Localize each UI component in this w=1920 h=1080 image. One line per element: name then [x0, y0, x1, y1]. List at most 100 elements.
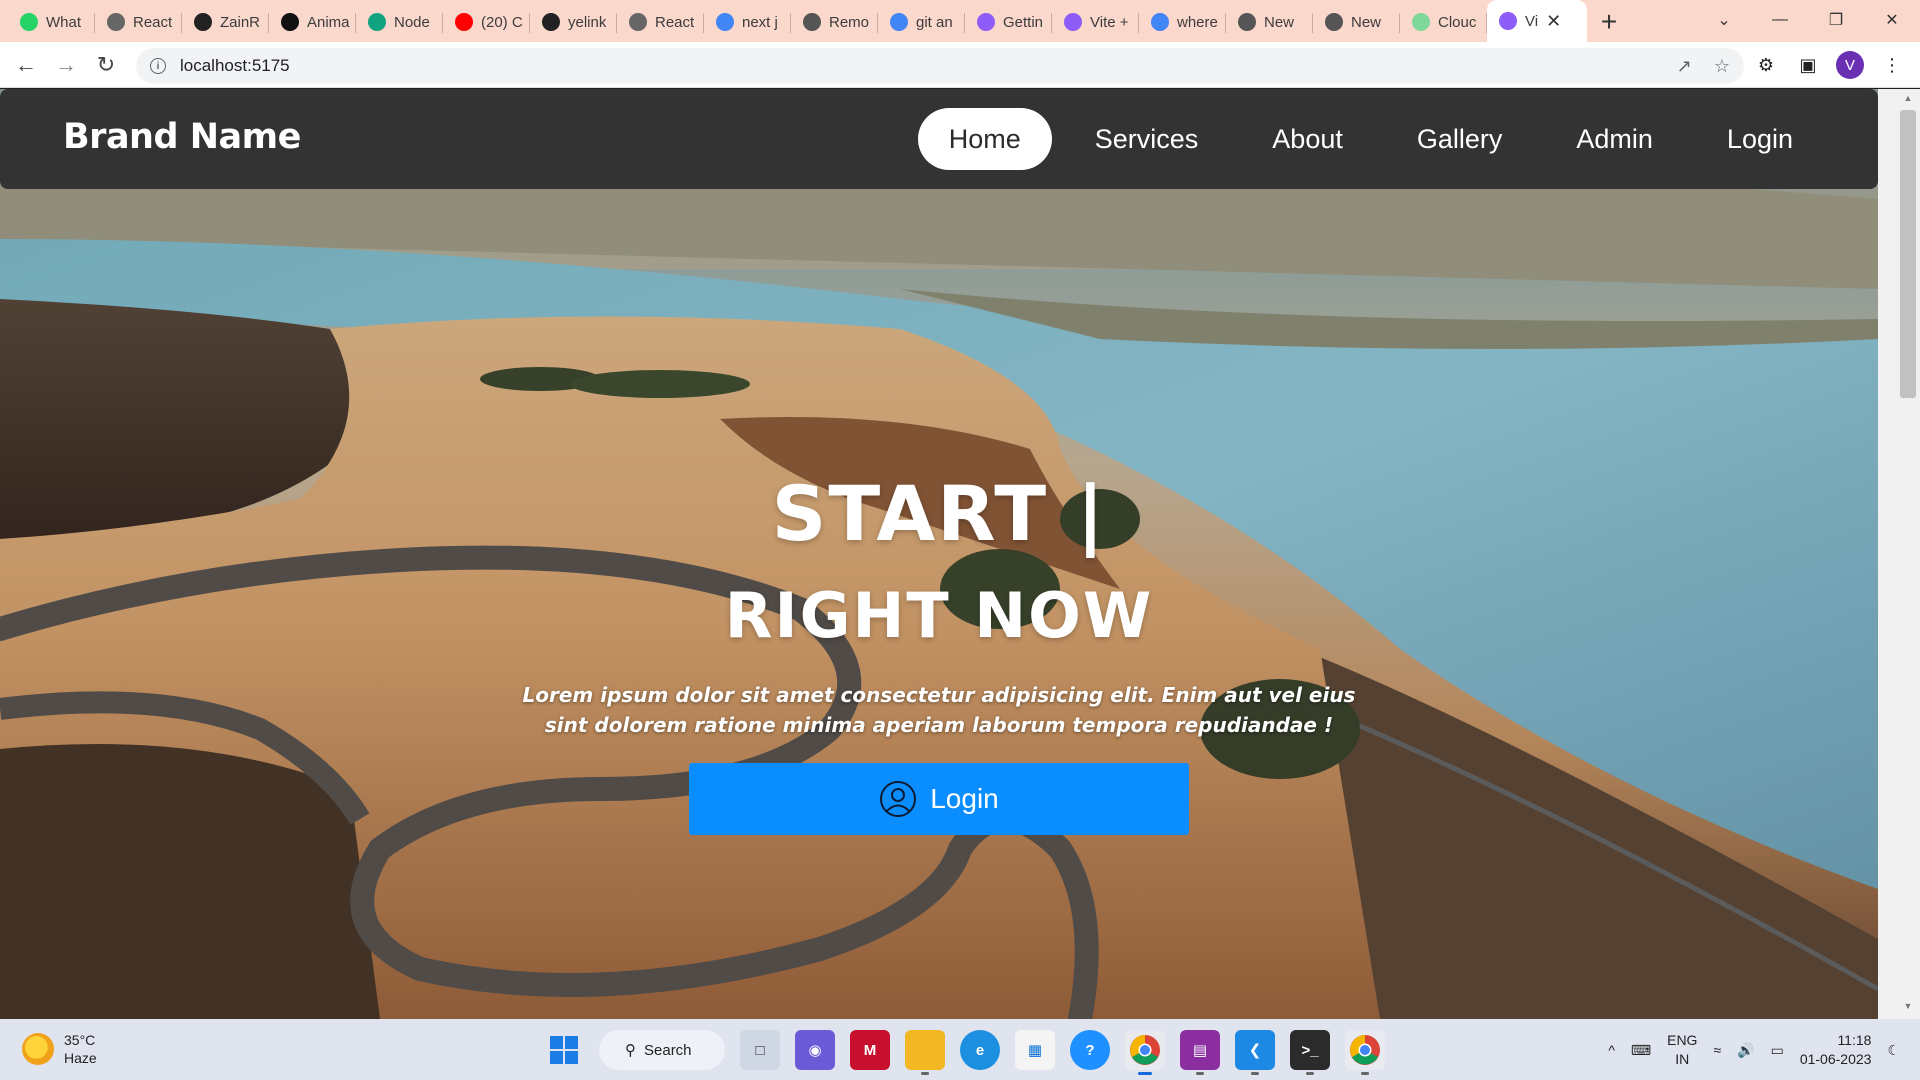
browser-tab[interactable]: New [1313, 2, 1400, 42]
chrome-menu-icon[interactable]: ⋮ [1878, 51, 1906, 79]
close-tab-icon[interactable]: ✕ [1546, 11, 1561, 32]
browser-tab-title: Vite + [1090, 13, 1129, 31]
openai-icon [368, 13, 386, 31]
weather-temp: 35°C [64, 1032, 96, 1048]
browser-tab[interactable]: New [1226, 2, 1313, 42]
framer-icon [281, 13, 299, 31]
vite-icon [1064, 13, 1082, 31]
browser-tab-title: yelink [568, 13, 607, 31]
help-icon[interactable]: ? [1070, 1030, 1110, 1070]
scroll-up-arrow-icon[interactable]: ▲ [1900, 93, 1916, 109]
profile-avatar[interactable]: V [1836, 51, 1864, 79]
hero-login-label: Login [930, 783, 999, 814]
browser-tab[interactable]: git an [878, 2, 965, 42]
browser-tab[interactable]: next j [704, 2, 791, 42]
browser-tab[interactable]: ZainR [182, 2, 269, 42]
vscode-icon[interactable]: ❮ [1235, 1030, 1275, 1075]
globe-icon [107, 13, 125, 31]
browser-tab[interactable]: Remo [791, 2, 878, 42]
url-text[interactable]: localhost:5175 [180, 56, 290, 76]
windows-taskbar: 35°C Haze ⚲ Search □ ◉ M e ▦ ? ▤ ❮ >_ ^ [0, 1019, 1920, 1080]
browser-tab[interactable]: where [1139, 2, 1226, 42]
show-hidden-icons-chevron-icon[interactable]: ^ [1608, 1042, 1615, 1058]
browser-tab-title: where [1177, 13, 1218, 31]
browser-tab[interactable]: What [8, 2, 95, 42]
browser-tab-title: React [133, 13, 173, 31]
page-scrollbar[interactable]: ▲ ▼ [1878, 89, 1920, 1019]
tab-search-icon[interactable]: ⌄ [1696, 0, 1752, 40]
scroll-down-arrow-icon[interactable]: ▼ [1900, 1001, 1916, 1017]
address-bar[interactable]: i localhost:5175 ↗ ☆ [136, 48, 1744, 84]
clock-time: 11:18 [1837, 1032, 1872, 1048]
browser-tab-title: next j [742, 13, 778, 31]
notifications-moon-icon[interactable]: ☾ [1887, 1042, 1900, 1059]
mcafee-icon[interactable]: M [850, 1030, 890, 1070]
share-icon[interactable]: ↗ [1677, 56, 1692, 77]
browser-tab-active[interactable]: Vi ✕ [1487, 0, 1587, 42]
hero-description: Lorem ipsum dolor sit amet consectetur a… [522, 683, 1356, 737]
browser-tab-title: What [46, 13, 82, 31]
language-indicator[interactable]: ENG IN [1667, 1031, 1697, 1069]
clock[interactable]: 11:18 01-06-2023 [1800, 1031, 1872, 1069]
browser-tab-title: git an [916, 13, 953, 31]
minimize-icon[interactable]: — [1752, 0, 1808, 40]
microsoft-store-icon[interactable]: ▦ [1015, 1030, 1055, 1070]
edge-browser-icon[interactable]: e [960, 1030, 1000, 1070]
github-icon [542, 13, 560, 31]
forward-arrow-icon[interactable]: → [46, 45, 86, 85]
browser-tab[interactable]: Gettin [965, 2, 1052, 42]
browser-tab[interactable]: (20) C [443, 2, 530, 42]
chrome-profile-taskbar-icon[interactable] [1345, 1030, 1385, 1075]
language-code: ENG [1667, 1032, 1698, 1048]
close-window-icon[interactable]: ✕ [1864, 0, 1920, 40]
chrome-taskbar-icon[interactable] [1125, 1030, 1165, 1075]
hero-login-button[interactable]: Login [689, 763, 1189, 835]
browser-tab-title: React [655, 13, 695, 31]
terminal-icon[interactable]: >_ [1290, 1030, 1330, 1075]
browser-tab[interactable]: React [617, 2, 704, 42]
wifi-icon[interactable]: ≈ [1713, 1042, 1721, 1058]
winrar-icon[interactable]: ▤ [1180, 1030, 1220, 1075]
browser-tab[interactable]: Vite + [1052, 2, 1139, 42]
github-icon [194, 13, 212, 31]
browser-tab-title: Clouc [1438, 13, 1477, 31]
file-explorer-icon[interactable] [905, 1030, 945, 1075]
whatsapp-icon [20, 13, 38, 31]
vite-icon [977, 13, 995, 31]
side-panel-icon[interactable]: ▣ [1794, 51, 1822, 79]
google-icon [1151, 13, 1169, 31]
remote-icon [803, 13, 821, 31]
browser-tab[interactable]: Anima [269, 2, 356, 42]
weather-condition: Haze [64, 1050, 97, 1066]
hero-heading-start: START | [771, 469, 1107, 558]
browser-tab[interactable]: React [95, 2, 182, 42]
teams-chat-icon[interactable]: ◉ [795, 1030, 835, 1070]
reload-icon[interactable]: ↻ [86, 45, 126, 85]
browser-tab[interactable]: Node [356, 2, 443, 42]
site-info-icon[interactable]: i [150, 58, 166, 74]
browser-tab[interactable]: yelink [530, 2, 617, 42]
extensions-puzzle-icon[interactable]: ⚙ [1752, 51, 1780, 79]
bookmark-star-icon[interactable]: ☆ [1714, 56, 1730, 77]
new-tab-button[interactable]: + [1587, 2, 1631, 42]
browser-tab-title: ZainR [220, 13, 261, 31]
browser-tab-strip: What React ZainR Anima Node (20) C yelink React… [0, 0, 1920, 42]
windows-start-icon[interactable] [544, 1030, 584, 1070]
chrome-icon [1325, 13, 1343, 31]
browser-tab-title: New [1264, 13, 1295, 31]
scrollbar-thumb[interactable] [1900, 110, 1916, 398]
restore-icon[interactable]: ❐ [1808, 0, 1864, 40]
weather-widget[interactable]: 35°C Haze [22, 1031, 97, 1067]
browser-tab[interactable]: Clouc [1400, 2, 1487, 42]
volume-icon[interactable]: 🔊 [1737, 1042, 1754, 1059]
system-tray: ^ ⌨ ENG IN ≈ 🔊 ▭ 11:18 01-06-2023 ☾ [1608, 1027, 1900, 1073]
keyboard-icon[interactable]: ⌨ [1631, 1042, 1651, 1059]
hero-heading-right-now: RIGHT NOW [724, 579, 1154, 652]
battery-icon[interactable]: ▭ [1771, 1042, 1784, 1059]
search-icon: ⚲ [625, 1042, 636, 1059]
back-arrow-icon[interactable]: ← [6, 45, 46, 85]
task-view-icon[interactable]: □ [740, 1030, 780, 1070]
browser-tab-title: Anima [307, 13, 350, 31]
clock-date: 01-06-2023 [1799, 1051, 1872, 1067]
taskbar-search[interactable]: ⚲ Search [599, 1030, 725, 1070]
